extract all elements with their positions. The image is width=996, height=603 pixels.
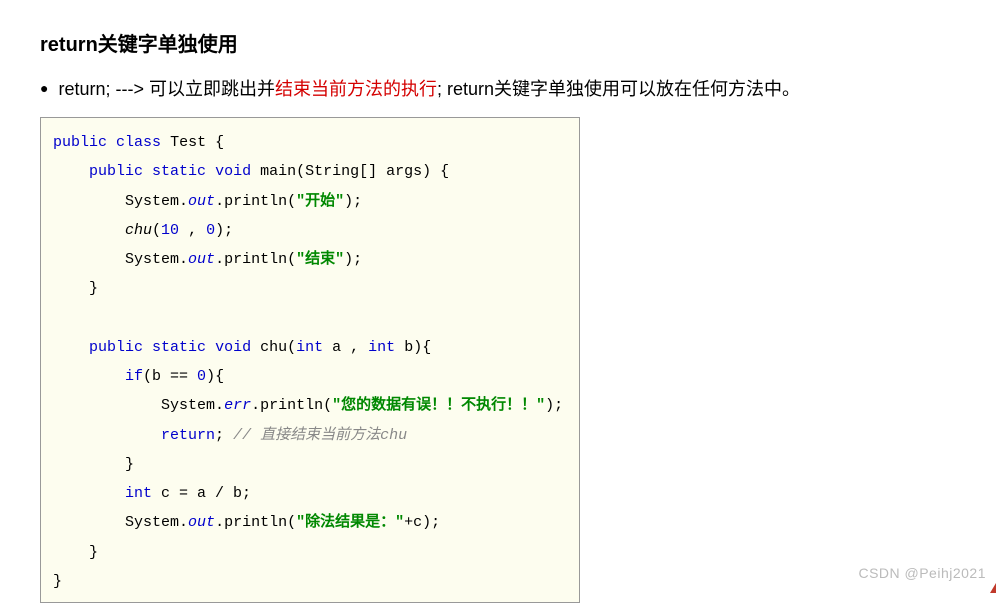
kw-public: public bbox=[89, 163, 143, 180]
out: out bbox=[188, 514, 215, 531]
brace-close: } bbox=[53, 573, 62, 590]
code-block: public class Test { public static void m… bbox=[40, 117, 580, 603]
println: .println( bbox=[251, 397, 332, 414]
kw-void: void bbox=[215, 163, 251, 180]
str-end: "结束" bbox=[296, 251, 344, 268]
kw-void: void bbox=[215, 339, 251, 356]
num-0: 0 bbox=[206, 222, 215, 239]
system: System bbox=[161, 397, 215, 414]
system: System bbox=[125, 193, 179, 210]
println: .println( bbox=[215, 514, 296, 531]
println: .println( bbox=[215, 193, 296, 210]
kw-int: int bbox=[296, 339, 323, 356]
kw-static: static bbox=[152, 163, 206, 180]
close: ); bbox=[545, 397, 563, 414]
sep: , bbox=[179, 222, 206, 239]
kw-static: static bbox=[152, 339, 206, 356]
brace-open: { bbox=[206, 134, 224, 151]
close: ); bbox=[344, 251, 362, 268]
comment: // 直接结束当前方法chu bbox=[224, 427, 407, 444]
brace-close: } bbox=[89, 280, 98, 297]
kw-if: if bbox=[125, 368, 143, 385]
bullet-prefix: return; ---> 可以立即跳出并 bbox=[58, 79, 275, 99]
out: out bbox=[188, 193, 215, 210]
close-paren: ); bbox=[215, 222, 233, 239]
kw-int: int bbox=[125, 485, 152, 502]
kw-int: int bbox=[368, 339, 395, 356]
sig-chu-tail: b){ bbox=[395, 339, 431, 356]
watermark: CSDN @Peihj2021 bbox=[858, 565, 986, 581]
close: ); bbox=[344, 193, 362, 210]
num-0: 0 bbox=[197, 368, 206, 385]
num-10: 10 bbox=[161, 222, 179, 239]
if-tail: ){ bbox=[206, 368, 224, 385]
brace-close: } bbox=[89, 544, 98, 561]
class-name: Test bbox=[170, 134, 206, 151]
expr-c: c = a / b; bbox=[152, 485, 251, 502]
kw-public: public bbox=[89, 339, 143, 356]
bullet-suffix: ; return关键字单独使用可以放在任何方法中。 bbox=[437, 79, 800, 99]
explanation-bullet: ● return; ---> 可以立即跳出并结束当前方法的执行; return关… bbox=[0, 67, 996, 117]
sig-chu-sep: a , bbox=[323, 339, 368, 356]
kw-return: return bbox=[161, 427, 215, 444]
sig-chu-open: ( bbox=[287, 339, 296, 356]
str-warn: "您的数据有误！！不执行！！" bbox=[332, 397, 545, 414]
println: .println( bbox=[215, 251, 296, 268]
bullet-icon: ● bbox=[40, 81, 48, 95]
system: System bbox=[125, 514, 179, 531]
out: out bbox=[188, 251, 215, 268]
if-cond: (b == bbox=[143, 368, 197, 385]
corner-decoration bbox=[990, 563, 996, 593]
kw-public: public bbox=[53, 134, 107, 151]
system: System bbox=[125, 251, 179, 268]
return-tail: ; bbox=[215, 427, 224, 444]
bullet-highlight: 结束当前方法的执行 bbox=[275, 79, 437, 99]
brace-close: } bbox=[125, 456, 134, 473]
kw-class: class bbox=[116, 134, 161, 151]
page-title: return关键字单独使用 bbox=[0, 0, 996, 67]
chu-call: chu bbox=[125, 222, 152, 239]
bullet-text: return; ---> 可以立即跳出并结束当前方法的执行; return关键字… bbox=[58, 75, 800, 101]
method-main: main bbox=[260, 163, 296, 180]
open-paren: ( bbox=[152, 222, 161, 239]
sig-main: (String[] args) { bbox=[296, 163, 449, 180]
plus-c: +c); bbox=[404, 514, 440, 531]
err: err bbox=[224, 397, 251, 414]
str-start: "开始" bbox=[296, 193, 344, 210]
method-chu: chu bbox=[260, 339, 287, 356]
str-result: "除法结果是：" bbox=[296, 514, 404, 531]
